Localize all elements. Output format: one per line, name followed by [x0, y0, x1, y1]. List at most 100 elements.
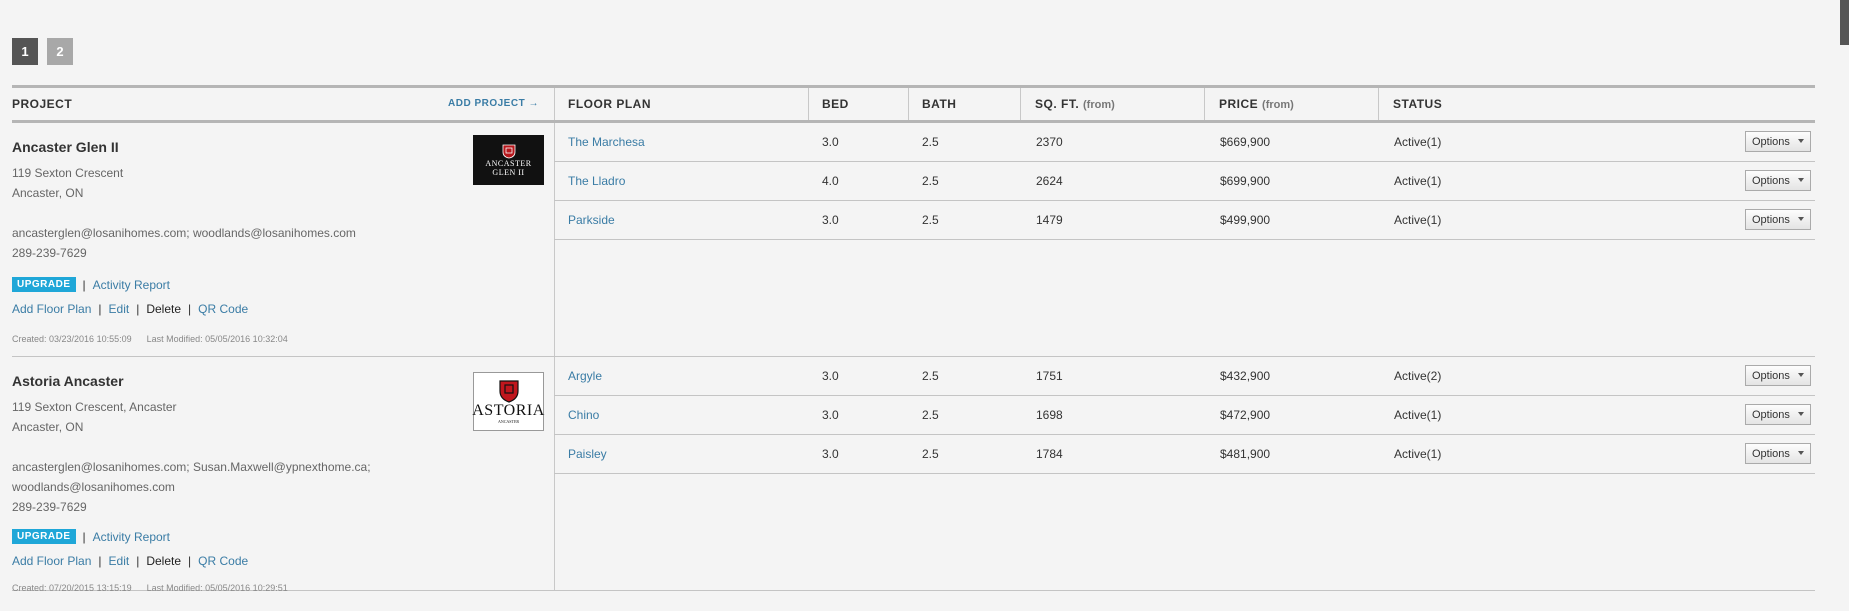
project-actions-row1: UPGRADE | Activity Report: [12, 529, 170, 544]
project-emails: ancasterglen@losanihomes.com; Susan.Maxw…: [12, 460, 371, 474]
pagination: 1 2: [12, 38, 73, 65]
column-divider: [1020, 88, 1021, 120]
page-1-button[interactable]: 1: [12, 38, 38, 65]
bed-value: 4.0: [822, 174, 839, 188]
bath-value: 2.5: [922, 213, 939, 227]
options-dropdown[interactable]: Options: [1745, 404, 1811, 425]
edit-link[interactable]: Edit: [109, 554, 130, 568]
project-emails: ancasterglen@losanihomes.com; woodlands@…: [12, 226, 356, 240]
sqft-value: 2624: [1036, 174, 1063, 188]
project-name: Astoria Ancaster: [12, 373, 124, 389]
caret-down-icon: [1798, 217, 1804, 221]
add-project-link[interactable]: ADD PROJECT →: [448, 88, 539, 120]
separator: |: [136, 554, 140, 568]
activity-report-link[interactable]: Activity Report: [93, 530, 170, 544]
sqft-value: 1784: [1036, 447, 1063, 461]
options-dropdown[interactable]: Options: [1745, 170, 1811, 191]
floor-plan-name-link[interactable]: The Lladro: [568, 174, 625, 188]
project-address-line2: Ancaster, ON: [12, 186, 84, 200]
sqft-value: 1479: [1036, 213, 1063, 227]
bath-value: 2.5: [922, 135, 939, 149]
project-address-line1: 119 Sexton Crescent: [12, 166, 124, 180]
logo-text: ASTORIA: [472, 402, 545, 419]
price-value: $472,900: [1220, 408, 1271, 422]
project-name: Ancaster Glen II: [12, 139, 119, 155]
project-logo: ASTORIA ANCASTER: [472, 372, 545, 431]
header-floor-plan: FLOOR PLAN: [568, 97, 651, 111]
floor-plan-name-link[interactable]: Parkside: [568, 213, 615, 227]
column-divider: [554, 88, 555, 120]
price-value: $669,900: [1220, 135, 1271, 149]
edit-link[interactable]: Edit: [109, 302, 130, 316]
floor-plan-row: Argyle 3.0 2.5 1751 $432,900 Active(2) O…: [554, 357, 1815, 396]
options-dropdown[interactable]: Options: [1745, 209, 1811, 230]
upgrade-button[interactable]: UPGRADE: [12, 529, 76, 544]
bed-value: 3.0: [822, 135, 839, 149]
add-floor-plan-link[interactable]: Add Floor Plan: [12, 302, 91, 316]
table-header: PROJECT ADD PROJECT → FLOOR PLAN BED BAT…: [12, 85, 1815, 123]
separator: |: [136, 302, 140, 316]
separator: |: [82, 529, 86, 544]
price-value: $481,900: [1220, 447, 1271, 461]
options-label: Options: [1752, 174, 1790, 187]
bed-value: 3.0: [822, 408, 839, 422]
price-value: $432,900: [1220, 369, 1271, 383]
status-value: Active(1): [1394, 408, 1442, 422]
options-label: Options: [1752, 213, 1790, 226]
delete-link[interactable]: Delete: [146, 302, 181, 316]
floor-plan-name-link[interactable]: Argyle: [568, 369, 602, 383]
project-phone: 289-239-7629: [12, 500, 87, 514]
scrollbar-thumb[interactable]: [1840, 0, 1849, 45]
caret-down-icon: [1798, 412, 1804, 416]
logo-text: ANCASTER: [485, 158, 532, 168]
project-address-line2: Ancaster, ON: [12, 420, 84, 434]
status-value: Active(1): [1394, 447, 1442, 461]
activity-report-link[interactable]: Activity Report: [93, 278, 170, 292]
floor-plan-name-link[interactable]: The Marchesa: [568, 135, 645, 149]
project-info: Astoria Ancaster ASTORIA ANCASTER 119 Se…: [12, 357, 554, 593]
caret-down-icon: [1798, 139, 1804, 143]
floor-plan-row: The Marchesa 3.0 2.5 2370 $669,900 Activ…: [554, 123, 1815, 162]
column-divider: [1204, 88, 1205, 120]
qr-code-link[interactable]: QR Code: [198, 302, 248, 316]
created-date: Created: 03/23/2016 10:55:09: [12, 334, 132, 344]
header-bath: BATH: [922, 97, 957, 111]
modified-date: Last Modified: 05/05/2016 10:32:04: [146, 334, 288, 344]
add-floor-plan-link[interactable]: Add Floor Plan: [12, 554, 91, 568]
separator: |: [98, 302, 102, 316]
logo-text: GLEN II: [492, 167, 525, 177]
options-label: Options: [1752, 369, 1790, 382]
options-dropdown[interactable]: Options: [1745, 443, 1811, 464]
floor-plan-name-link[interactable]: Paisley: [568, 447, 607, 461]
delete-link[interactable]: Delete: [146, 554, 181, 568]
floor-plan-row: Parkside 3.0 2.5 1479 $499,900 Active(1)…: [554, 201, 1815, 240]
project-meta: Created: 07/20/2015 13:15:19 Last Modifi…: [12, 583, 288, 593]
options-label: Options: [1752, 447, 1790, 460]
column-divider: [908, 88, 909, 120]
header-price-label: PRICE: [1219, 97, 1259, 111]
separator: |: [98, 554, 102, 568]
logo-text: ANCASTER: [497, 419, 520, 424]
status-value: Active(1): [1394, 174, 1442, 188]
options-dropdown[interactable]: Options: [1745, 131, 1811, 152]
qr-code-link[interactable]: QR Code: [198, 554, 248, 568]
project-actions-row2: Add Floor Plan | Edit | Delete | QR Code: [12, 554, 248, 568]
project-actions-row1: UPGRADE | Activity Report: [12, 277, 170, 292]
caret-down-icon: [1798, 178, 1804, 182]
sqft-value: 2370: [1036, 135, 1063, 149]
column-divider: [808, 88, 809, 120]
separator: |: [82, 277, 86, 292]
options-label: Options: [1752, 408, 1790, 421]
column-divider: [1378, 88, 1379, 120]
bed-value: 3.0: [822, 447, 839, 461]
status-value: Active(1): [1394, 213, 1442, 227]
page-2-button[interactable]: 2: [47, 38, 73, 65]
options-label: Options: [1752, 135, 1790, 148]
floor-plan-name-link[interactable]: Chino: [568, 408, 599, 422]
options-dropdown[interactable]: Options: [1745, 365, 1811, 386]
upgrade-button[interactable]: UPGRADE: [12, 277, 76, 292]
separator: |: [188, 302, 192, 316]
price-value: $699,900: [1220, 174, 1271, 188]
sqft-value: 1698: [1036, 408, 1063, 422]
bath-value: 2.5: [922, 369, 939, 383]
